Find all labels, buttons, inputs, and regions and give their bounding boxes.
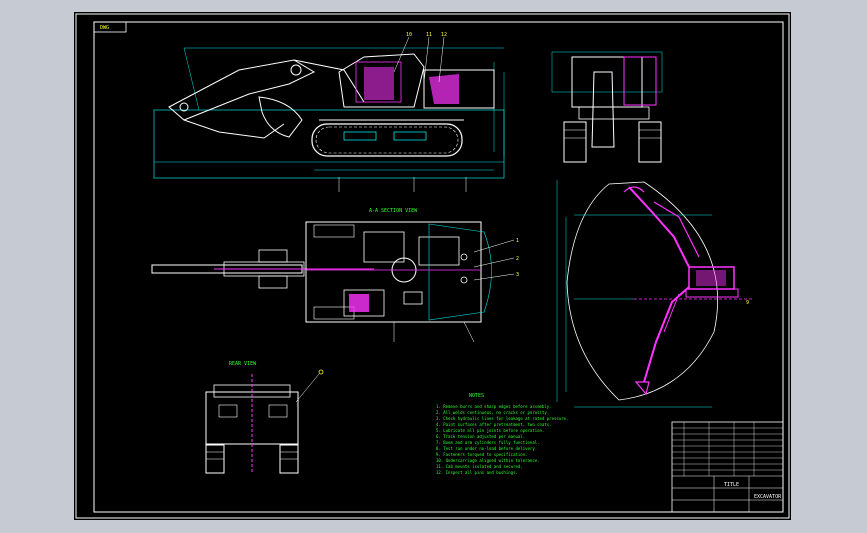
technical-notes: NOTES 1. Remove burrs and sharp edges be…	[436, 393, 568, 475]
note-line: 7. Boom and arm cylinders fully function…	[436, 440, 540, 445]
callout-10: 10	[406, 32, 412, 38]
callout-12: 12	[441, 32, 447, 38]
note-line: 5. Lubricate all pin joints before opera…	[436, 428, 544, 433]
note-line: 8. Test run under no-load before deliver…	[436, 446, 537, 451]
section-title: A-A SECTION VIEW	[369, 208, 418, 214]
side-view: 10 11 12	[153, 32, 505, 192]
section-view: A-A SECTION VIEW 1 2 3	[151, 208, 519, 343]
sheet-tag: DWG	[100, 25, 109, 31]
note-line: 4. Paint surfaces after pretreatment, tw…	[436, 422, 552, 427]
note-line: 3. Check hydraulic lines for leakage at …	[436, 416, 568, 421]
note-line: 2. All welds continuous, no cracks or po…	[436, 410, 549, 415]
rear-view: REAR VIEW	[205, 361, 324, 474]
front-view	[551, 51, 663, 163]
title-block-name: EXCAVATOR	[754, 494, 782, 500]
note-line: 6. Track tension adjusted per manual.	[436, 434, 525, 439]
note-line: 11. Cab mounts isolated and secured.	[436, 464, 523, 469]
title-block: TITLE EXCAVATOR	[671, 421, 784, 513]
range-callout: 9	[746, 300, 749, 306]
working-range-view: 9	[556, 180, 754, 408]
title-block-label: TITLE	[724, 482, 739, 488]
rear-view-title: REAR VIEW	[229, 361, 257, 367]
notes-title: NOTES	[469, 393, 484, 399]
note-line: 1. Remove burrs and sharp edges before a…	[436, 404, 552, 409]
drawing-sheet: DWG 10 11 12 A-A SECTION VIEW 1 2 3 9 RE…	[74, 12, 791, 520]
callout-11: 11	[426, 32, 432, 38]
cad-drawing: DWG 10 11 12 A-A SECTION VIEW 1 2 3 9 RE…	[75, 13, 790, 519]
note-line: 9. Fasteners torqued to specification.	[436, 452, 528, 457]
note-line: 12. Inspect all pins and bushings.	[436, 470, 518, 475]
sheet-tag-box	[93, 21, 127, 33]
callout-2: 2	[516, 256, 519, 262]
note-line: 10. Undercarriage aligned within toleran…	[436, 458, 540, 463]
callout-3: 3	[516, 272, 519, 278]
callout-1: 1	[516, 238, 519, 244]
